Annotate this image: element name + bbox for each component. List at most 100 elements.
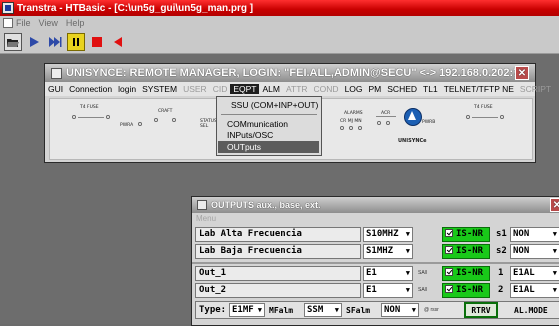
aux-name-field[interactable]: Lab Alta Frecuencia <box>195 227 361 242</box>
fuse-led <box>106 115 110 119</box>
alarm-columns-label: CR MJ MN <box>340 119 362 124</box>
menu-tl1[interactable]: TL1 <box>420 84 441 94</box>
chevron-down-icon: ▼ <box>552 269 557 277</box>
output-freq-select[interactable]: E1 ▼ <box>363 283 413 298</box>
pwr-a-label: PWRA <box>120 123 134 128</box>
menu-view[interactable]: View <box>39 18 58 28</box>
outputs-window: OUTPUTS aux., base, ext. ✕ Menu Lab Alta… <box>191 196 559 326</box>
menu-telnet-tftp[interactable]: TELNET/TFTP NE <box>441 84 517 94</box>
app-menu-bar: File View Help <box>0 16 559 30</box>
chevron-down-icon: ▼ <box>334 306 339 314</box>
menu-item-communication[interactable]: COMmunication <box>227 119 288 129</box>
menu-alm[interactable]: ALM <box>259 84 282 94</box>
menu-login[interactable]: login <box>115 84 139 94</box>
mfalm-label: MFalm <box>269 306 294 315</box>
menu-cond: COND <box>313 84 339 94</box>
app-icon <box>2 2 14 14</box>
close-icon[interactable]: ✕ <box>515 66 529 80</box>
output-status-badge[interactable]: IS-NR <box>442 283 490 298</box>
menu-sched[interactable]: SCHED <box>384 84 420 94</box>
output-mode-select[interactable]: E1AL ▼ <box>510 283 559 298</box>
t4-fuse-right-label: T4 FUSE <box>474 105 493 110</box>
sfalm-label: SFalm <box>346 306 371 315</box>
remote-manager-menu: GUI Connection login SYSTEM USER CID EQP… <box>45 82 551 96</box>
craft-port <box>172 118 176 122</box>
close-icon[interactable]: ✕ <box>550 198 559 212</box>
run-icon[interactable] <box>25 33 43 51</box>
remote-manager-title-bar: UNISYNCE: REMOTE MANAGER, LOGIN: "FEI.AL… <box>45 64 535 82</box>
small-note-label: @ rssr <box>424 307 439 313</box>
remote-manager-title: UNISYNCE: REMOTE MANAGER, LOGIN: "FEI.AL… <box>66 67 526 79</box>
menu-help[interactable]: Help <box>66 18 85 28</box>
menu-item-ssu[interactable]: SSU (COM+INP+OUT) <box>231 100 318 110</box>
output-small-label: SAll <box>418 270 427 276</box>
output-slot-label: 2 <box>498 285 504 295</box>
menu-eqpt[interactable]: EQPT <box>230 84 260 94</box>
checkbox-icon <box>445 246 453 254</box>
output-small-label: SAll <box>418 287 427 293</box>
window-menu-icon[interactable] <box>3 18 13 28</box>
outputs-title-bar: OUTPUTS aux., base, ext. ✕ <box>192 197 559 213</box>
menu-separator <box>221 114 317 115</box>
menu-gui[interactable]: GUI <box>45 84 66 94</box>
output-name-field[interactable]: Out_1 <box>195 266 361 281</box>
wire <box>472 117 498 118</box>
aux-slot-label: s2 <box>496 246 507 256</box>
output-name-field[interactable]: Out_2 <box>195 283 361 298</box>
stop-icon[interactable] <box>88 33 106 51</box>
aux-status-badge[interactable]: IS-NR <box>442 227 490 242</box>
rtrv-button[interactable]: RTRV <box>464 302 498 318</box>
menu-user: USER <box>183 84 207 94</box>
unisync-logo-icon <box>404 108 422 126</box>
alarm-led-cr <box>340 126 344 130</box>
aux-mode-select[interactable]: NON ▼ <box>510 227 559 242</box>
step-icon[interactable] <box>46 33 64 51</box>
aux-freq-select[interactable]: S1MHZ ▼ <box>363 244 413 259</box>
pause-icon[interactable] <box>67 32 85 51</box>
output-status-badge[interactable]: IS-NR <box>442 266 490 281</box>
pwr-b-label: PWRB <box>422 120 436 125</box>
type-select[interactable]: E1MF ▼ <box>229 303 265 317</box>
menu-menu[interactable]: Menu <box>196 214 216 223</box>
outputs-menu-bar: Menu <box>192 213 559 225</box>
menu-script: SCRIPT <box>519 84 552 94</box>
menu-item-outputs[interactable]: OUTputs <box>227 142 261 152</box>
menu-item-inputs-osc[interactable]: INPuts/OSC <box>227 130 273 140</box>
checkbox-icon <box>445 285 453 293</box>
chevron-down-icon: ▼ <box>405 286 410 294</box>
al-mode-label: AL.MODE <box>514 306 548 315</box>
output-freq-select[interactable]: E1 ▼ <box>363 266 413 281</box>
menu-attr: ATTR <box>285 84 308 94</box>
app-title: Transtra - HTBasic - [C:\un5g_gui\un5g_m… <box>17 2 254 14</box>
open-folder-icon[interactable] <box>4 32 22 51</box>
output-mode-select[interactable]: E1AL ▼ <box>510 266 559 281</box>
menu-file[interactable]: File <box>16 18 31 28</box>
aux-mode-select[interactable]: NON ▼ <box>510 244 559 259</box>
fuse-led <box>500 115 504 119</box>
menu-system[interactable]: SYSTEM <box>139 84 180 94</box>
aux-slot-label: s1 <box>496 229 507 239</box>
menu-connection[interactable]: Connection <box>66 84 115 94</box>
window-icon <box>51 67 62 79</box>
app-title-bar: Transtra - HTBasic - [C:\un5g_gui\un5g_m… <box>0 0 559 16</box>
wire <box>376 116 396 117</box>
back-icon[interactable] <box>109 33 127 51</box>
menu-log[interactable]: LOG <box>342 84 366 94</box>
checkbox-icon <box>445 229 453 237</box>
aux-freq-select[interactable]: S10MHZ ▼ <box>363 227 413 242</box>
mfalm-select[interactable]: SSM ▼ <box>304 303 342 317</box>
chevron-down-icon: ▼ <box>405 230 410 238</box>
aux-name-field[interactable]: Lab Baja Frecuencia <box>195 244 361 259</box>
app-toolbar <box>0 30 559 54</box>
eqpt-dropdown-menu: SSU (COM+INP+OUT) COMmunication INPuts/O… <box>216 96 322 156</box>
menu-pm[interactable]: PM <box>366 84 385 94</box>
chevron-down-icon: ▼ <box>405 269 410 277</box>
sfalm-select[interactable]: NON ▼ <box>381 303 419 317</box>
t4-fuse-label: T4 FUSE <box>80 105 99 110</box>
aux-status-badge[interactable]: IS-NR <box>442 244 490 259</box>
chevron-down-icon: ▼ <box>552 230 557 238</box>
alarm-led-mn <box>358 126 362 130</box>
pwr-a-led <box>138 122 142 126</box>
outputs-title: OUTPUTS aux., base, ext. <box>211 200 321 210</box>
acr-led <box>377 121 381 125</box>
